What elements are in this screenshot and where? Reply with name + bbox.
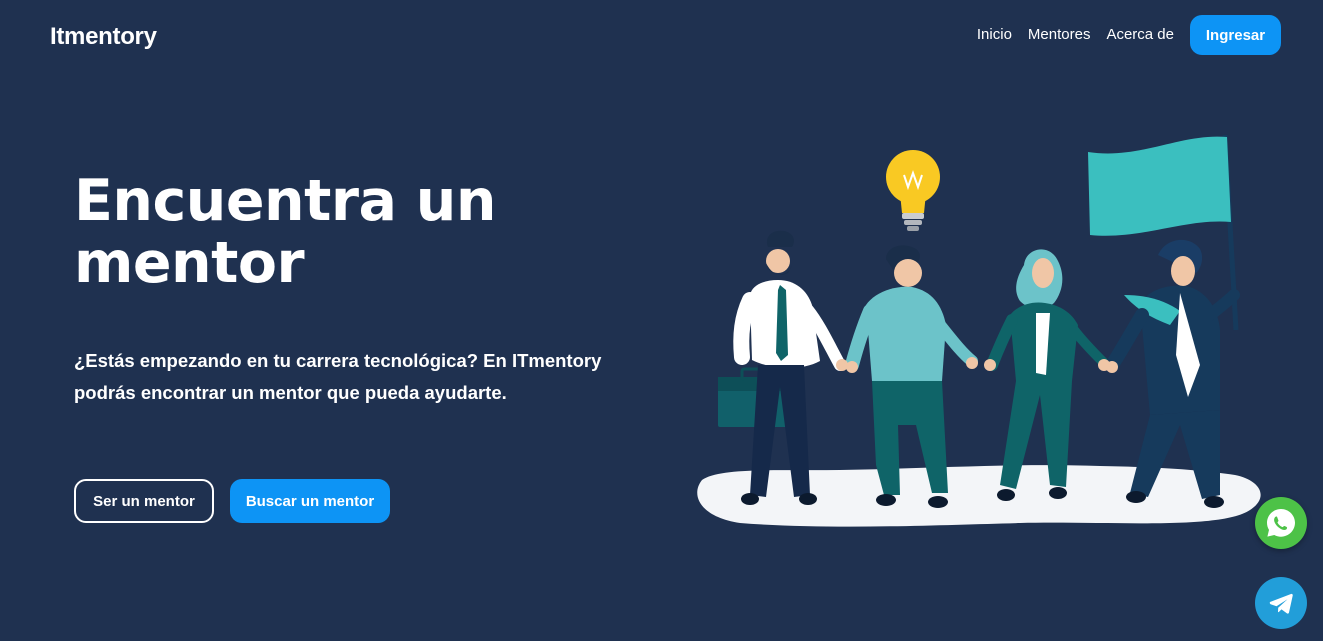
lightbulb-icon [886,150,940,231]
whatsapp-icon [1267,509,1295,537]
become-mentor-button[interactable]: Ser un mentor [74,479,214,523]
hero-description: ¿Estás empezando en tu carrera tecnológi… [74,350,602,403]
navbar: Itmentory Inicio Mentores Acerca de Ingr… [0,0,1323,76]
ground-shape [697,465,1261,527]
login-button[interactable]: Ingresar [1190,15,1281,55]
hero-title: Encuentra un mentor [74,168,496,296]
person-with-briefcase [718,230,846,505]
nav-link-inicio[interactable]: Inicio [977,26,1012,43]
brand-logo[interactable]: Itmentory [50,23,157,51]
nav-link-acerca-de[interactable]: Acerca de [1106,26,1174,43]
nav-links: Inicio Mentores Acerca de [977,26,1174,43]
search-mentor-button[interactable]: Buscar un mentor [230,479,390,523]
telegram-button[interactable] [1255,577,1307,629]
whatsapp-button[interactable] [1255,497,1307,549]
telegram-icon [1269,593,1293,614]
hero-illustration [697,134,1261,527]
nav-link-mentores[interactable]: Mentores [1028,26,1091,43]
person-hijab [986,249,1109,501]
